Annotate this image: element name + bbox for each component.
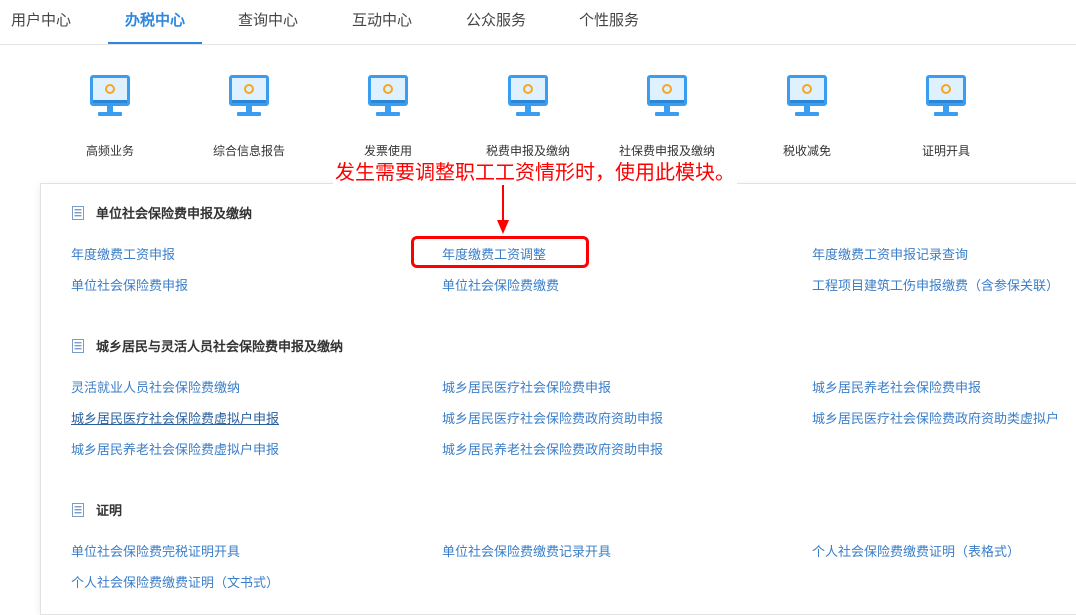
document-icon: [72, 502, 84, 517]
link-resident-medical-declaration[interactable]: 城乡居民医疗社会保险费申报: [442, 380, 611, 398]
menu-item-certificate[interactable]: 证明开具: [876, 68, 1016, 164]
section-title-text: 城乡居民与灵活人员社会保险费申报及缴纳: [96, 340, 344, 355]
arrow-down-icon: [497, 184, 509, 234]
highlight-box: [411, 236, 589, 268]
monitor-icon: [926, 75, 966, 116]
menu-item-label: 税收减免: [782, 144, 831, 158]
link-unit-tax-certificate[interactable]: 单位社会保险费完税证明开具: [71, 544, 240, 562]
link-annual-wage-record-query[interactable]: 年度缴费工资申报记录查询: [812, 247, 968, 265]
menu-item-info-report[interactable]: 综合信息报告: [179, 68, 319, 164]
top-nav: 用户中心 办税中心 查询中心 互动中心 公众服务 个性服务: [0, 0, 1076, 45]
menu-item-label: 综合信息报告: [212, 144, 285, 158]
section-title-certificates: 证明: [72, 502, 122, 522]
tab-public-service[interactable]: 公众服务: [463, 0, 529, 42]
section-title-text: 证明: [96, 504, 123, 519]
link-resident-pension-virtual[interactable]: 城乡居民养老社会保险费虚拟户申报: [71, 442, 279, 460]
tab-personal-service[interactable]: 个性服务: [576, 0, 642, 42]
link-resident-medical-virtual[interactable]: 城乡居民医疗社会保险费虚拟户申报: [71, 411, 279, 429]
monitor-icon: [647, 75, 687, 116]
link-unit-insurance-declaration[interactable]: 单位社会保险费申报: [71, 278, 188, 296]
link-flexible-employment-payment[interactable]: 灵活就业人员社会保险费缴纳: [71, 380, 240, 398]
link-annual-wage-declaration[interactable]: 年度缴费工资申报: [71, 247, 175, 265]
tab-interaction-center[interactable]: 互动中心: [349, 0, 415, 42]
document-icon: [72, 338, 84, 353]
monitor-icon: [508, 75, 548, 116]
section-title-text: 单位社会保险费申报及缴纳: [96, 207, 253, 222]
menu-item-social-insurance[interactable]: 社保费申报及缴纳: [597, 68, 737, 164]
link-construction-injury-payment[interactable]: 工程项目建筑工伤申报缴费（含参保关联）: [812, 278, 1059, 296]
menu-item-label: 高频业务: [85, 144, 134, 158]
link-resident-medical-gov-aid[interactable]: 城乡居民医疗社会保险费政府资助申报: [442, 411, 663, 429]
link-personal-certificate-document[interactable]: 个人社会保险费缴费证明（文书式）: [71, 575, 279, 593]
document-icon: [72, 205, 84, 220]
link-resident-pension-gov-aid[interactable]: 城乡居民养老社会保险费政府资助申报: [442, 442, 663, 460]
monitor-icon: [229, 75, 269, 116]
menu-item-high-frequency[interactable]: 高频业务: [40, 68, 180, 164]
link-resident-pension-declaration[interactable]: 城乡居民养老社会保险费申报: [812, 380, 981, 398]
monitor-icon: [787, 75, 827, 116]
annotation-text: 发生需要调整职工工资情形时，使用此模块。: [333, 156, 737, 185]
monitor-icon: [90, 75, 130, 116]
link-resident-medical-gov-aid-virtual[interactable]: 城乡居民医疗社会保险费政府资助类虚拟户: [812, 411, 1059, 429]
section-title-unit-insurance: 单位社会保险费申报及缴纳: [72, 205, 252, 225]
tab-tax-center[interactable]: 办税中心: [108, 0, 202, 44]
link-personal-certificate-table[interactable]: 个人社会保险费缴费证明（表格式）: [812, 544, 1020, 562]
menu-item-tax-declaration[interactable]: 税费申报及缴纳: [458, 68, 598, 164]
monitor-icon: [368, 75, 408, 116]
link-unit-insurance-payment[interactable]: 单位社会保险费缴费: [442, 278, 559, 296]
menu-item-label: 证明开具: [921, 144, 970, 158]
menu-item-tax-relief[interactable]: 税收减免: [737, 68, 877, 164]
section-title-resident-flexible: 城乡居民与灵活人员社会保险费申报及缴纳: [72, 338, 343, 358]
link-unit-payment-record[interactable]: 单位社会保险费缴费记录开具: [442, 544, 611, 562]
menu-item-invoice[interactable]: 发票使用: [318, 68, 458, 164]
tab-query-center[interactable]: 查询中心: [235, 0, 301, 42]
tab-user-center[interactable]: 用户中心: [8, 0, 74, 42]
